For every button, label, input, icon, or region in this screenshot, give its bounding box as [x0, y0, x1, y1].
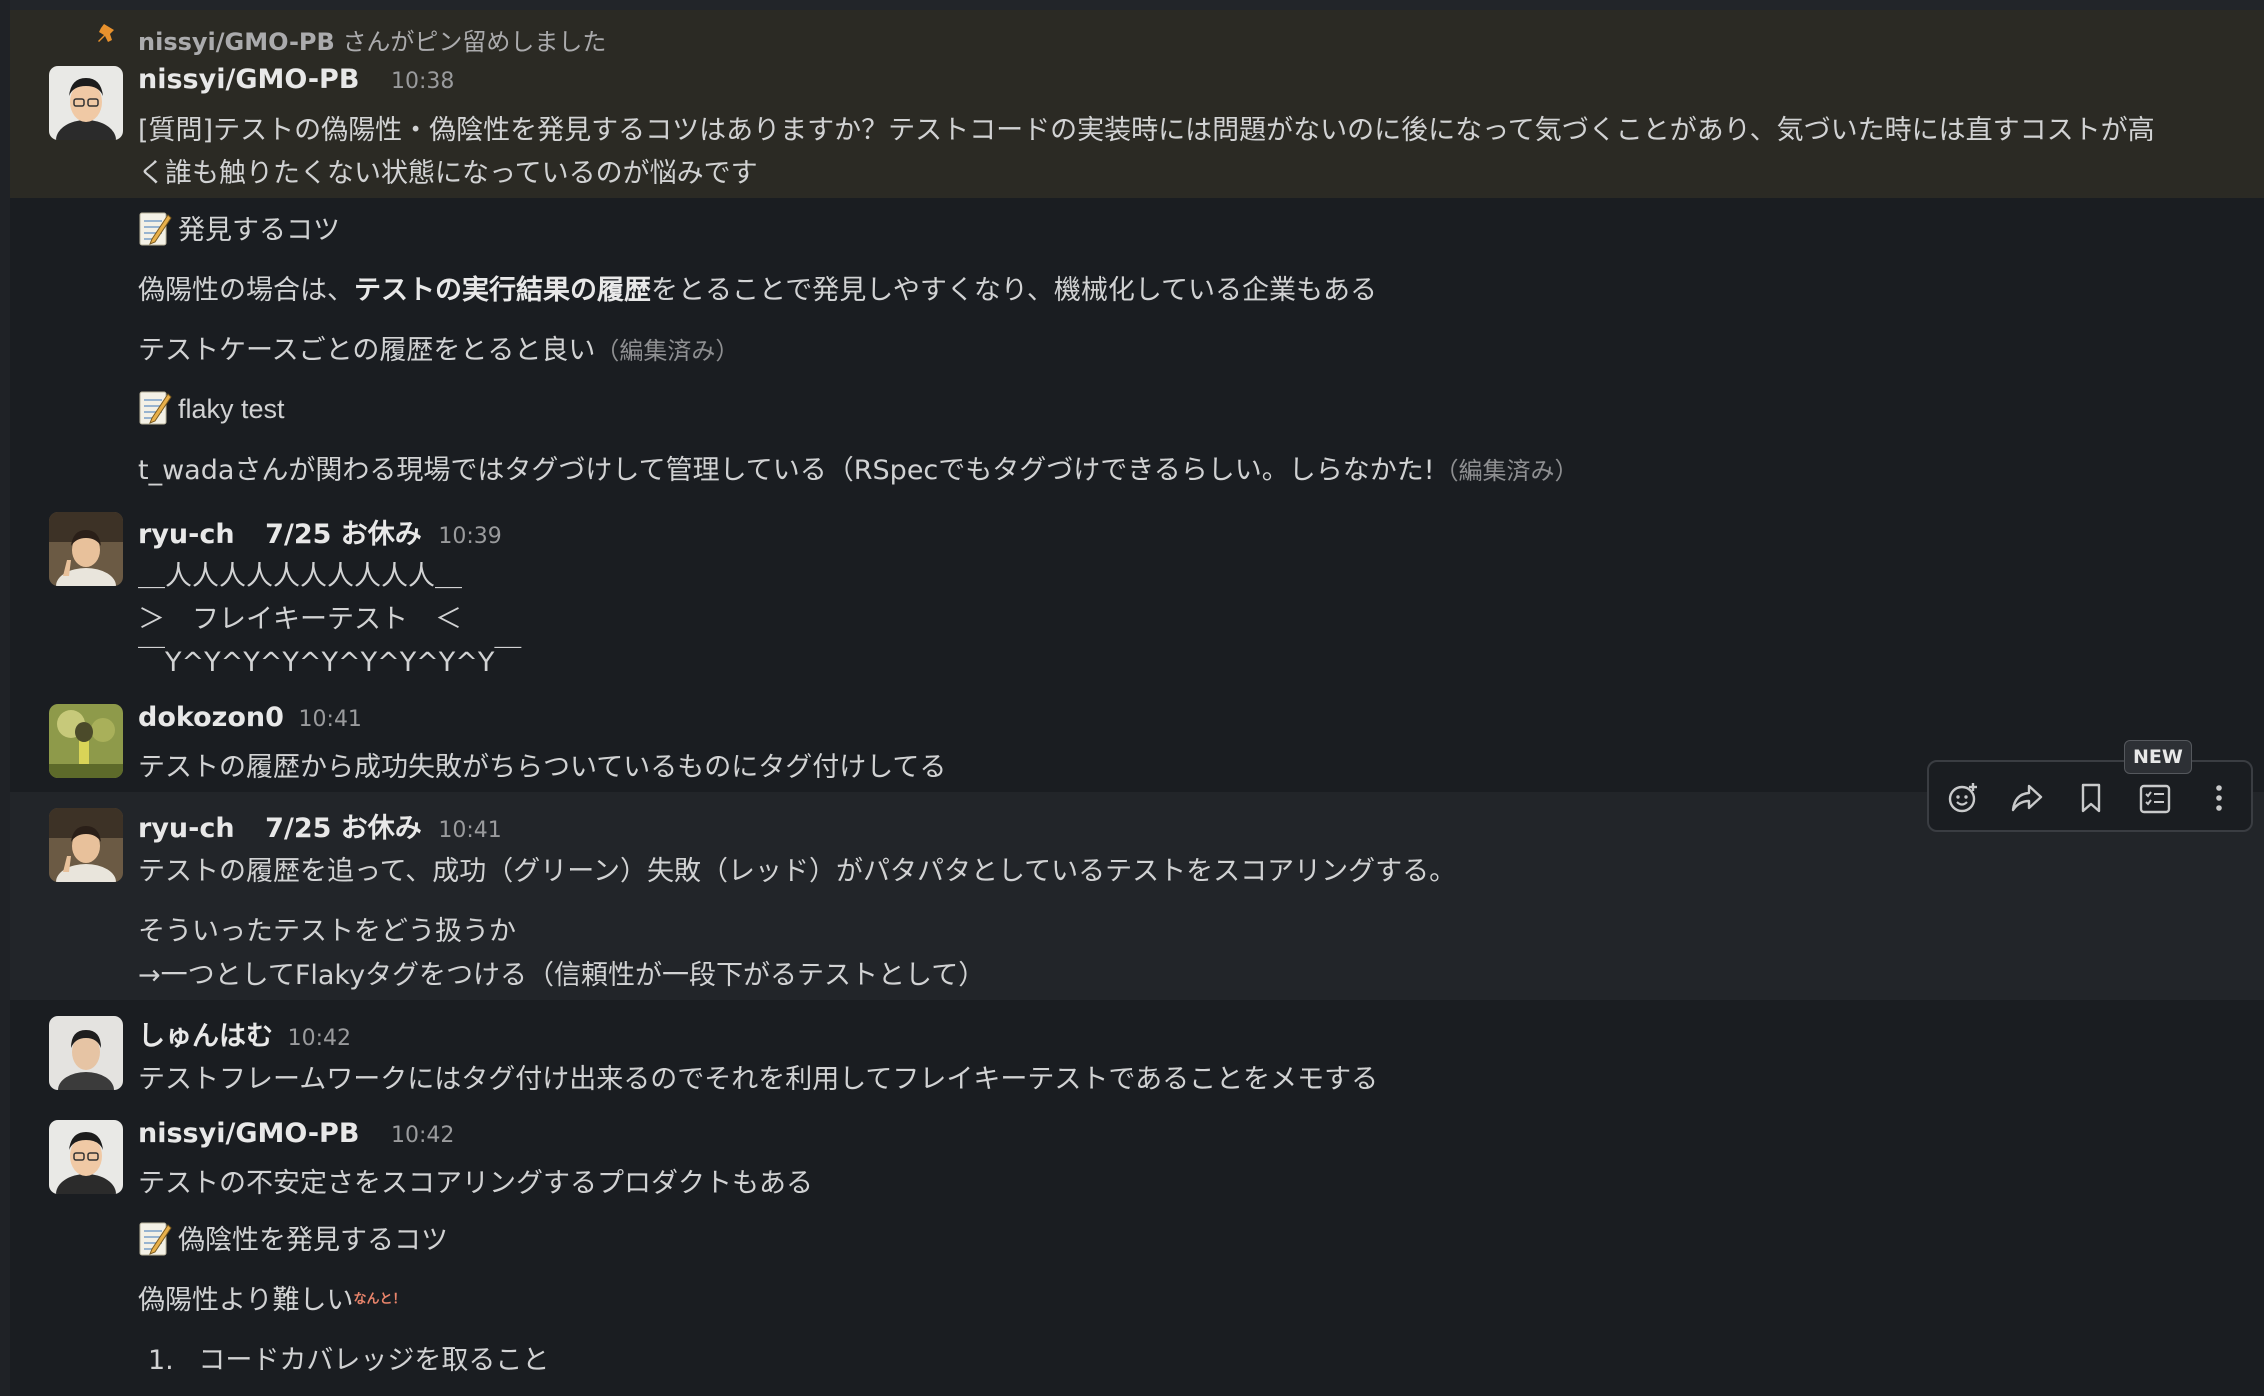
text-segment: 偽陽性より難しい — [138, 1285, 354, 1316]
bold-text: テストの実行結果の履歴 — [354, 275, 651, 306]
memo-icon — [138, 209, 172, 247]
pin-icon — [96, 22, 120, 57]
message-timestamp[interactable]: 10:41 — [438, 818, 501, 843]
ascii-art-line: ＿人人人人人人人人人人＿ — [138, 561, 462, 592]
list-item: 1. コードカバレッジを取ること — [148, 1338, 549, 1377]
message-author[interactable]: dokozon0 — [138, 702, 284, 733]
left-border — [0, 0, 10, 1396]
memo-heading: flaky test — [138, 388, 285, 426]
memo-heading: 発見するコツ — [138, 208, 340, 247]
message-text: [質問]テストの偽陽性・偽陰性を発見するコツはありますか？テストコードの実装時に… — [138, 115, 2155, 146]
avatar[interactable] — [49, 808, 123, 882]
avatar[interactable] — [49, 512, 123, 586]
text-segment: t_wadaさんが関わる現場ではタグづけして管理している（RSpecでもタグづけ… — [138, 455, 1435, 486]
forward-icon[interactable] — [2005, 776, 2049, 820]
memo-heading-text: flaky test — [178, 394, 285, 424]
avatar[interactable] — [49, 1120, 123, 1194]
pin-notice-text: さんがピン留めしました — [342, 28, 607, 56]
message-author[interactable]: しゅんはむ — [138, 1021, 273, 1052]
edited-label: （編集済み） — [595, 337, 740, 365]
memo-heading-text: 発見するコツ — [178, 215, 340, 246]
memo-heading: 偽陰性を発見するコツ — [138, 1218, 448, 1257]
message-text: t_wadaさんが関わる現場ではタグづけして管理している（RSpecでもタグづけ… — [138, 448, 1579, 487]
message-text: テストフレームワークにはタグ付け出来るのでそれを利用してフレイキーテストであるこ… — [138, 1064, 1379, 1095]
user-status: 7/25 お休み — [265, 813, 422, 844]
message-text: そういったテストをどう扱うか — [138, 916, 516, 947]
message-timestamp[interactable]: 10:38 — [391, 69, 454, 94]
message-text: く誰も触りたくない状態になっているのが悩みです — [138, 158, 758, 189]
list-number: 1. — [148, 1345, 174, 1376]
message-author[interactable]: ryu-ch — [138, 519, 235, 550]
text-segment: 偽陽性の場合は、 — [138, 275, 354, 306]
message-text: テストの履歴を追って、成功（グリーン）失敗（レッド）がパタパタとしているテストを… — [138, 856, 1457, 887]
message-timestamp[interactable]: 10:41 — [299, 707, 362, 732]
pin-notice-user[interactable]: nissyi/GMO-PB — [138, 28, 335, 56]
bookmark-icon[interactable] — [2069, 776, 2113, 820]
memo-icon — [138, 1219, 172, 1257]
message-timestamp[interactable]: 10:39 — [438, 524, 501, 549]
message-timestamp[interactable]: 10:42 — [391, 1123, 454, 1148]
more-actions-icon[interactable] — [2197, 776, 2241, 820]
message-text: テストの不安定さをスコアリングするプロダクトもある — [138, 1168, 813, 1199]
text-segment: テストケースごとの履歴をとると良い — [138, 335, 596, 366]
list-item-text: コードカバレッジを取ること — [198, 1345, 550, 1376]
avatar[interactable] — [49, 704, 123, 778]
ascii-art-line: ￣Y^Y^Y^Y^Y^Y^Y^Y^Y￣ — [138, 647, 522, 678]
ascii-art-line: ＞ フレイキーテスト ＜ — [138, 604, 462, 635]
message-text: テストケースごとの履歴をとると良い（編集済み） — [138, 328, 739, 367]
message-author[interactable]: nissyi/GMO-PB — [138, 64, 359, 95]
message-actions-toolbar — [1927, 760, 2253, 832]
add-reaction-icon[interactable] — [1941, 776, 1985, 820]
later-list-icon[interactable] — [2133, 776, 2177, 820]
top-border — [0, 0, 2264, 10]
message-text: →一つとしてFlakyタグをつける（信頼性が一段下がるテストとして） — [138, 960, 986, 991]
message-text: テストの履歴から成功失敗がちらついているものにタグ付けしてる — [138, 752, 947, 783]
message-author[interactable]: ryu-ch — [138, 813, 235, 844]
custom-emoji-text: なんと！ — [353, 1292, 406, 1307]
message-text: 偽陽性の場合は、テストの実行結果の履歴をとることで発見しやすくなり、機械化してい… — [138, 268, 1377, 307]
message-author[interactable]: nissyi/GMO-PB — [138, 1118, 359, 1149]
avatar[interactable] — [49, 66, 123, 140]
edited-label: （編集済み） — [1434, 457, 1579, 485]
message-timestamp[interactable]: 10:42 — [288, 1026, 351, 1051]
pin-notice: nissyi/GMO-PB さんがピン留めしました — [138, 22, 606, 57]
message-text: 偽陽性より難しいなんと！ — [138, 1278, 405, 1317]
memo-heading-text: 偽陰性を発見するコツ — [178, 1225, 448, 1256]
avatar[interactable] — [49, 1016, 123, 1090]
new-badge: NEW — [2124, 740, 2192, 774]
text-segment: をとることで発見しやすくなり、機械化している企業もある — [651, 275, 1378, 306]
memo-icon — [138, 388, 172, 426]
user-status: 7/25 お休み — [265, 519, 422, 550]
